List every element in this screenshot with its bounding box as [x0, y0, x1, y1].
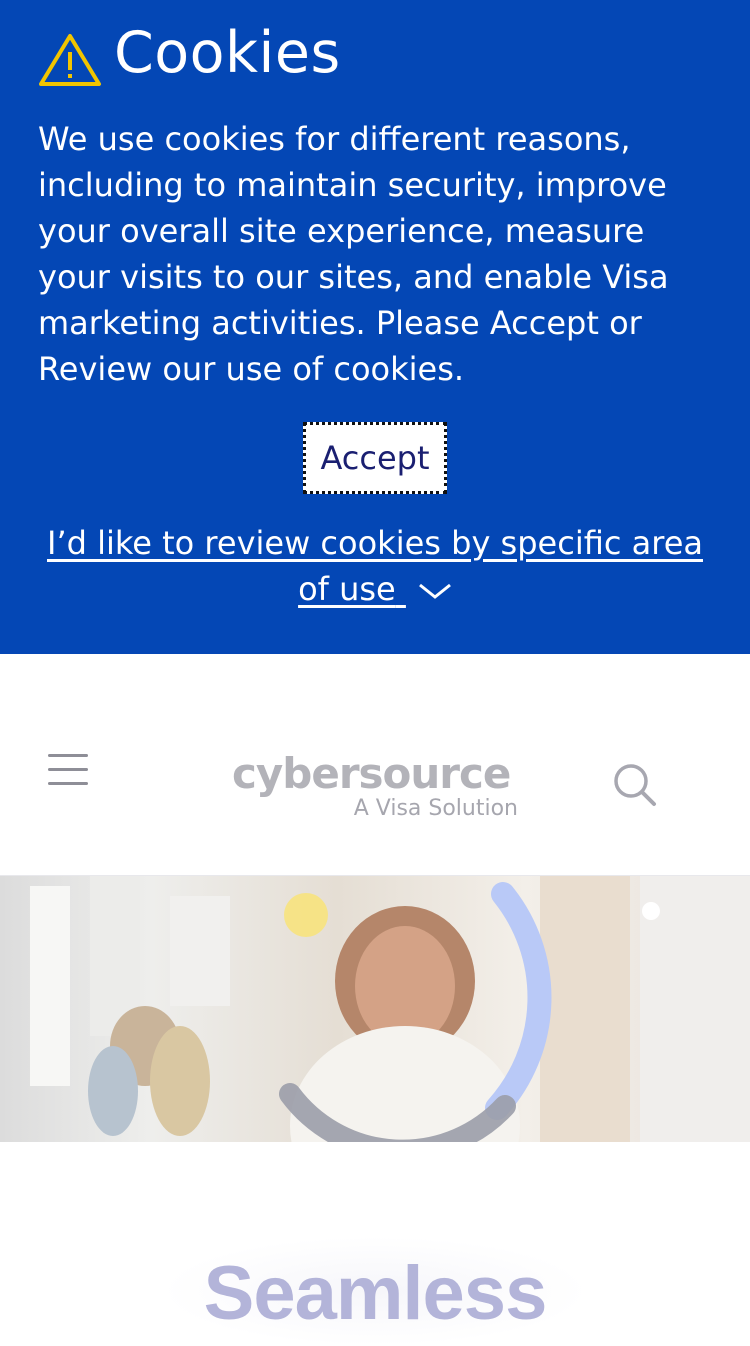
search-icon[interactable] [612, 762, 658, 808]
hero-image [0, 876, 750, 1142]
site-header: cybersource A Visa Solution [0, 654, 750, 876]
cookie-description: We use cookies for different reasons, in… [38, 120, 669, 388]
logo-wordmark: cybersource [232, 749, 511, 798]
logo-tagline: A Visa Solution [353, 796, 518, 821]
cybersource-logo[interactable]: cybersource A Visa Solution [232, 750, 522, 830]
chevron-down-icon [418, 583, 451, 599]
review-cookies-label: I’d like to review cookies by specific a… [47, 524, 703, 608]
cookie-heading: Cookies [38, 18, 712, 88]
review-cookies-link[interactable]: I’d like to review cookies by specific a… [38, 520, 712, 612]
accept-wrapper: Accept [38, 422, 712, 494]
hamburger-menu-icon[interactable] [48, 754, 88, 788]
cookie-banner: Cookies We use cookies for different rea… [0, 0, 750, 654]
cookie-title: Cookies [114, 20, 341, 86]
accept-cookies-button[interactable]: Accept [303, 422, 447, 494]
warning-icon [39, 34, 101, 86]
hero-headline: Seamless [203, 1251, 548, 1336]
